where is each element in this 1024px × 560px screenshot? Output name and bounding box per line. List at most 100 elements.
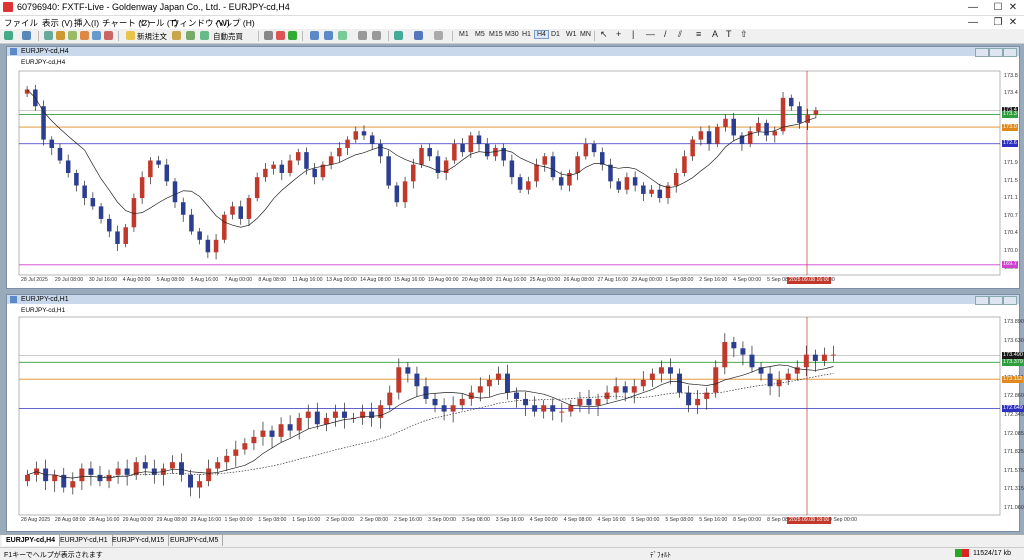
candle-body: [813, 110, 819, 115]
candle-body: [156, 160, 161, 165]
chart-minimize-icon[interactable]: [975, 48, 989, 57]
channel-icon[interactable]: ⫽: [678, 29, 682, 40]
auto-trading-button[interactable]: 自動売買: [213, 31, 243, 42]
menu-file[interactable]: ファイル: [4, 17, 38, 29]
minimize-icon[interactable]: —: [960, 0, 986, 15]
templates-icon[interactable]: [434, 31, 443, 40]
tf-m1[interactable]: M1: [459, 31, 469, 38]
candles-icon[interactable]: [276, 31, 285, 40]
time-axis-label: 8 Aug 08:00: [258, 277, 287, 283]
candle-body: [49, 139, 55, 148]
menu-view[interactable]: 表示 (V): [42, 17, 73, 29]
trendline-icon[interactable]: /: [664, 29, 667, 39]
menu-insert[interactable]: 挿入(I): [74, 17, 99, 29]
text-tool-icon[interactable]: A: [712, 29, 718, 39]
tab-eurjpy-h4[interactable]: EURJPY-cd,H4: [2, 535, 61, 546]
candle-body: [542, 156, 548, 165]
candle-body: [477, 386, 483, 393]
vertical-line-icon[interactable]: |: [632, 29, 634, 39]
tf-mn[interactable]: MN: [580, 31, 591, 38]
candle-body: [517, 177, 523, 190]
tf-m30[interactable]: M30: [505, 31, 519, 38]
cursor-icon[interactable]: ↖: [600, 29, 608, 40]
mdi-close-icon[interactable]: ✕: [1000, 15, 1024, 30]
price-badge: 173.490: [1002, 351, 1024, 359]
toolbox-icon[interactable]: [104, 31, 113, 40]
price-chart[interactable]: [7, 57, 1019, 288]
terminal-icon[interactable]: [80, 31, 89, 40]
candle-body: [419, 147, 424, 165]
horizontal-line-icon[interactable]: —: [646, 29, 655, 39]
tab-eurjpy-h1[interactable]: EURJPY-cd,H1: [56, 535, 113, 546]
time-axis-label: 1 Sep 08:00: [258, 517, 287, 523]
tf-m5[interactable]: M5: [475, 31, 485, 38]
label-tool-icon[interactable]: T: [726, 29, 732, 39]
tf-w1[interactable]: W1: [566, 31, 577, 38]
close-icon[interactable]: ✕: [1000, 0, 1024, 15]
price-axis-label: 171.315: [1004, 486, 1024, 493]
chart-window-h4[interactable]: EURJPY-cd,H4 EURJPY-cd,H4 173.8173.4172.…: [6, 46, 1020, 289]
chart-close-icon[interactable]: [1003, 296, 1017, 305]
chart-restore-icon[interactable]: [989, 48, 1003, 57]
auto-trading-icon[interactable]: [200, 31, 209, 40]
candle-body: [411, 164, 416, 182]
navigator-icon[interactable]: [68, 31, 77, 40]
title-bar: 60796940: FXTF-Live - Goldenway Japan Co…: [0, 0, 1024, 16]
bar-chart-icon[interactable]: [264, 31, 273, 40]
tile-windows-icon[interactable]: [338, 31, 347, 40]
chart-window-titlebar[interactable]: EURJPY-cd,H4: [7, 47, 1019, 57]
candle-body: [673, 173, 679, 186]
chart-shift-icon[interactable]: [372, 31, 381, 40]
market-watch-icon[interactable]: [44, 31, 53, 40]
candle-body: [230, 206, 235, 215]
new-chart-icon[interactable]: [4, 31, 13, 40]
candle-body: [369, 411, 375, 418]
tab-eurjpy-m5[interactable]: EURJPY-cd,M5: [166, 535, 224, 546]
zoom-in-icon[interactable]: [310, 31, 319, 40]
time-axis-label: 29 Aug 08:00: [156, 517, 188, 523]
candle-body: [534, 164, 539, 182]
new-order-button[interactable]: 新規注文: [137, 31, 167, 42]
tf-d1[interactable]: D1: [551, 31, 560, 38]
tab-eurjpy-m15[interactable]: EURJPY-cd,M15: [108, 535, 170, 546]
chart-window-h1[interactable]: EURJPY-cd,H1 EURJPY-cd,H1 173.890 173.630…: [6, 294, 1024, 532]
line-chart-icon[interactable]: [288, 31, 297, 40]
new-order-icon[interactable]: [126, 31, 135, 40]
candle-body: [295, 152, 301, 161]
signals-icon[interactable]: [186, 31, 195, 40]
arrows-icon[interactable]: ⇧: [740, 29, 748, 40]
tf-m15[interactable]: M15: [489, 31, 503, 38]
crosshair-icon[interactable]: +: [616, 29, 621, 39]
mdi-minimize-icon[interactable]: —: [960, 15, 986, 30]
candle-body: [526, 181, 531, 190]
profiles-icon[interactable]: [22, 31, 31, 40]
menu-help[interactable]: ヘルプ (H): [215, 17, 255, 29]
time-axis-label: 2 Sep 16:00: [699, 277, 728, 283]
tf-h4[interactable]: H4: [534, 30, 549, 39]
candle-body: [427, 147, 432, 157]
candle-body: [97, 474, 103, 482]
chart-minimize-icon[interactable]: [975, 296, 989, 305]
autoscroll-icon[interactable]: [358, 31, 367, 40]
menu-bar: ファイル 表示 (V) 挿入(I) チャート (C) ツール (T) ウィンドウ…: [0, 16, 1024, 29]
editor-icon[interactable]: [172, 31, 181, 40]
chart-close-icon[interactable]: [1003, 48, 1017, 57]
indicators-icon[interactable]: [394, 31, 403, 40]
candle-body: [70, 481, 76, 488]
tf-h1[interactable]: H1: [522, 31, 531, 38]
cursor-time-badge: 2025.09.08 18:00: [787, 517, 832, 524]
zoom-out-icon[interactable]: [324, 31, 333, 40]
data-window-icon[interactable]: [56, 31, 65, 40]
fibonacci-icon[interactable]: ≡: [696, 29, 701, 39]
chart-window-titlebar[interactable]: EURJPY-cd,H1: [7, 295, 1019, 305]
slow-moving-average-line: [27, 373, 834, 479]
periods-icon[interactable]: [414, 31, 423, 40]
price-axis-label: 172.860: [1004, 393, 1024, 400]
candle-body: [57, 147, 63, 161]
tester-icon[interactable]: [92, 31, 101, 40]
chart-restore-icon[interactable]: [989, 296, 1003, 305]
price-axis-label: 170.0: [1004, 247, 1018, 254]
candle-body: [830, 354, 836, 356]
candle-body: [423, 386, 429, 399]
price-chart[interactable]: [7, 305, 1019, 531]
